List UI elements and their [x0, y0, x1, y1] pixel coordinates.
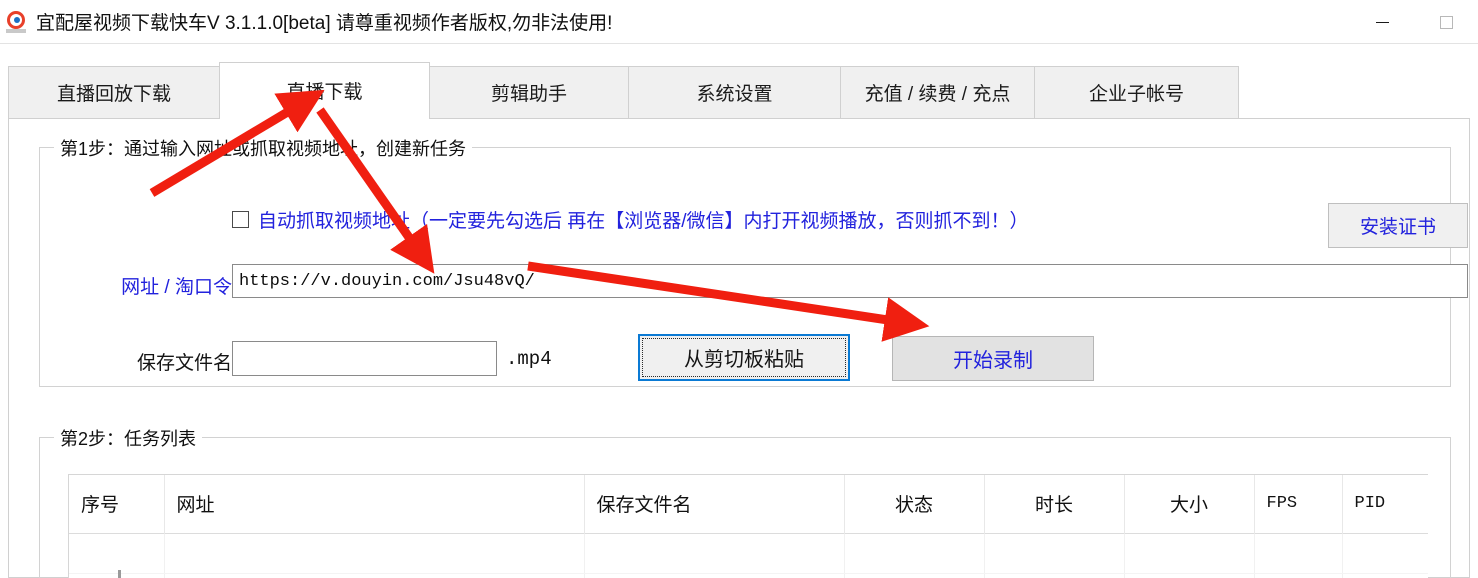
filename-extension-label: .mp4: [506, 348, 552, 370]
group-step1: 第1步：通过输入网址或抓取视频地址，创建新任务 自动抓取视频地址（一定要先勾选后…: [39, 135, 1468, 387]
filename-field-label: 保存文件名: [136, 353, 232, 374]
tab-recharge-renew-points[interactable]: 充值 / 续费 / 充点: [840, 66, 1035, 118]
tab-strip: 直播回放下载 直播下载 剪辑助手 系统设置 充值 / 续费 / 充点 企业子帐号: [8, 62, 1470, 120]
tab-system-settings[interactable]: 系统设置: [628, 66, 841, 118]
auto-grab-label: 自动抓取视频地址（一定要先勾选后 再在【浏览器/微信】内打开视频播放，否则抓不到…: [258, 211, 1029, 232]
minimize-icon: [1375, 21, 1389, 23]
window-title: 宜配屋视频下载快车V 3.1.1.0[beta] 请尊重视频作者版权,勿非法使用…: [36, 13, 613, 34]
window-controls: [1350, 0, 1478, 44]
group-step2: 第2步：任务列表 序号 网址 保存文件名 状态 时长 大小 FPS PID: [39, 425, 1451, 578]
table-header-row: 序号 网址 保存文件名 状态 时长 大小 FPS PID: [69, 475, 1428, 533]
app-logo-icon: [6, 10, 28, 33]
url-field-label: 网址 / 淘口令: [121, 277, 232, 298]
table-row[interactable]: [69, 573, 1428, 578]
column-header-status[interactable]: 状态: [844, 475, 985, 533]
paste-button-label: 从剪切板粘贴: [684, 349, 804, 371]
minimize-button[interactable]: [1350, 0, 1414, 44]
application-window: 宜配屋视频下载快车V 3.1.1.0[beta] 请尊重视频作者版权,勿非法使用…: [0, 0, 1478, 578]
row-selection-marker: [118, 570, 121, 578]
tab-label: 直播下载: [286, 82, 363, 103]
group-step2-title: 第2步：任务列表: [54, 425, 203, 451]
maximize-icon: [1439, 15, 1453, 29]
install-certificate-button[interactable]: 安装证书: [1328, 203, 1468, 248]
auto-grab-checkbox-row[interactable]: 自动抓取视频地址（一定要先勾选后 再在【浏览器/微信】内打开视频播放，否则抓不到…: [232, 206, 1029, 233]
start-record-button[interactable]: 开始录制: [892, 336, 1094, 381]
column-header-duration[interactable]: 时长: [984, 475, 1125, 533]
filename-input[interactable]: [232, 341, 497, 376]
tab-label: 直播回放下载: [56, 84, 171, 105]
tab-live-replay-download[interactable]: 直播回放下载: [8, 66, 220, 118]
task-list-table[interactable]: 序号 网址 保存文件名 状态 时长 大小 FPS PID: [68, 474, 1428, 578]
tab-enterprise-subaccount[interactable]: 企业子帐号: [1034, 66, 1239, 118]
tab-panel-live-download: 第1步：通过输入网址或抓取视频地址，创建新任务 自动抓取视频地址（一定要先勾选后…: [8, 118, 1470, 578]
paste-from-clipboard-button[interactable]: 从剪切板粘贴: [638, 334, 850, 381]
maximize-button[interactable]: [1414, 0, 1478, 44]
table-row[interactable]: [69, 533, 1428, 574]
column-header-fps[interactable]: FPS: [1254, 475, 1343, 533]
tab-label: 充值 / 续费 / 充点: [864, 84, 1011, 105]
tab-label: 企业子帐号: [1088, 84, 1184, 105]
tab-label: 剪辑助手: [490, 84, 567, 105]
title-bar: 宜配屋视频下载快车V 3.1.1.0[beta] 请尊重视频作者版权,勿非法使用…: [0, 0, 1478, 44]
column-header-index[interactable]: 序号: [69, 475, 165, 533]
tab-list: 直播回放下载 直播下载 剪辑助手 系统设置 充值 / 续费 / 充点 企业子帐号: [8, 62, 1239, 120]
column-header-pid[interactable]: PID: [1342, 475, 1428, 533]
tab-clip-assistant[interactable]: 剪辑助手: [429, 66, 629, 118]
tab-label: 系统设置: [696, 84, 773, 105]
group-step1-title: 第1步：通过输入网址或抓取视频地址，创建新任务: [54, 135, 473, 161]
url-input[interactable]: https://v.douyin.com/Jsu48vQ/: [232, 264, 1468, 298]
column-header-size[interactable]: 大小: [1124, 475, 1255, 533]
column-header-url[interactable]: 网址: [164, 475, 585, 533]
column-header-filename[interactable]: 保存文件名: [584, 475, 845, 533]
auto-grab-checkbox[interactable]: [232, 211, 249, 228]
tab-live-download[interactable]: 直播下载: [219, 62, 430, 120]
